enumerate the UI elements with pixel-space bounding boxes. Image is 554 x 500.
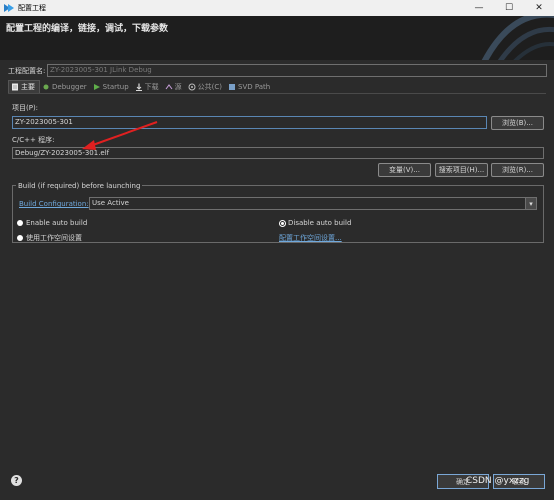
tab-label: Debugger [52, 82, 87, 91]
search-project-button[interactable]: 搜索项目(H)... [435, 163, 488, 177]
radio-dot [17, 235, 23, 241]
build-configuration-link[interactable]: Build Configuration: [19, 200, 89, 208]
tab-label: SVD Path [238, 82, 271, 91]
tab-main[interactable]: 主要 [8, 80, 40, 93]
enable-auto-build-radio[interactable]: Enable auto build [17, 219, 87, 227]
download-icon [135, 83, 142, 91]
tab-startup[interactable]: Startup [91, 80, 133, 93]
enable-auto-build-label: Enable auto build [26, 219, 88, 227]
chevron-down-icon[interactable]: ▾ [525, 197, 537, 210]
tab-label: 主要 [21, 83, 35, 91]
source-icon [165, 83, 173, 89]
configure-workspace-link[interactable]: 配置工作空间设置... [279, 233, 342, 243]
program-label: C/C++ 程序: [12, 136, 55, 144]
disable-auto-build-radio[interactable]: Disable auto build [280, 219, 351, 227]
tab-label: 公共(C) [197, 82, 222, 91]
window-title: 配置工程 [18, 4, 46, 12]
workspace-settings-label: 使用工作空间设置 [26, 234, 82, 242]
build-group [12, 185, 544, 243]
tab-source[interactable]: 源 [163, 80, 186, 93]
svd-icon [229, 83, 235, 90]
tab-label: 下载 [144, 82, 159, 91]
window-titlebar: 配置工程 — ☐ ✕ [0, 0, 554, 16]
startup-icon [93, 83, 100, 90]
build-group-title: Build (if required) before launching [16, 182, 143, 190]
minimize-button[interactable]: — [464, 0, 494, 16]
dialog-header: 配置工程的编译，链接，调试，下载参数 [0, 16, 554, 60]
tab-download[interactable]: 下载 [133, 80, 163, 93]
watermark: CSDN @yxzzg [466, 476, 530, 486]
close-button[interactable]: ✕ [524, 0, 554, 16]
config-name-input[interactable]: ZY-2023005-301 JLink Debug [47, 64, 547, 77]
disable-auto-build-label: Disable auto build [288, 219, 352, 227]
radio-dot [17, 220, 23, 226]
dialog-heading: 配置工程的编译，链接，调试，下载参数 [6, 24, 169, 34]
tab-bar: 主要 Debugger Startup 下载 源 公共(C) SVD Path [8, 80, 274, 93]
maximize-button[interactable]: ☐ [494, 0, 524, 16]
workspace-settings-radio[interactable]: 使用工作空间设置 [17, 233, 82, 243]
config-name-label: 工程配置名: [8, 67, 46, 75]
radio-dot-selected [280, 220, 285, 226]
tab-label: Startup [102, 82, 129, 91]
variables-button[interactable]: 变量(V)... [378, 163, 431, 177]
program-browse-button[interactable]: 浏览(R)... [491, 163, 544, 177]
banner-decoration-icon [481, 16, 554, 60]
tab-debugger[interactable]: Debugger [40, 80, 91, 93]
tab-label: 源 [174, 82, 182, 91]
debugger-icon [43, 84, 49, 89]
tab-common[interactable]: 公共(C) [186, 80, 226, 93]
help-icon[interactable]: ? [11, 475, 22, 486]
tab-divider [8, 93, 546, 94]
build-configuration-select[interactable]: Use Active [89, 197, 537, 210]
project-label: 项目(P): [12, 104, 39, 112]
app-logo-icon [4, 4, 14, 12]
common-icon [188, 83, 196, 90]
tab-svd-path[interactable]: SVD Path [226, 80, 274, 93]
main-tab-icon [12, 83, 18, 91]
project-browse-button[interactable]: 浏览(B)... [491, 116, 544, 130]
config-name-row: 工程配置名: [8, 65, 46, 77]
red-arrow-icon [82, 121, 158, 150]
